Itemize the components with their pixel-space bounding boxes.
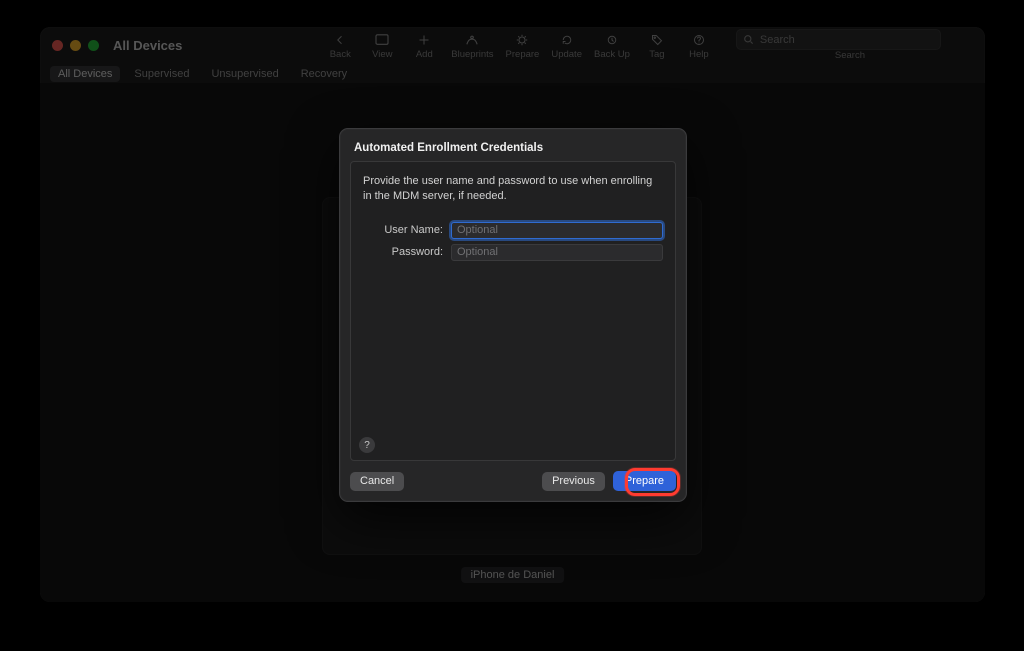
clock-icon bbox=[606, 33, 618, 47]
toolbar: Back View Add Blueprints Prepare bbox=[40, 27, 985, 64]
username-field[interactable] bbox=[451, 222, 663, 239]
toolbar-label: Back bbox=[330, 49, 351, 60]
toolbar-label: Back Up bbox=[594, 49, 630, 60]
device-name-label[interactable]: iPhone de Daniel bbox=[461, 567, 565, 583]
toolbar-label: Update bbox=[551, 49, 582, 60]
blueprint-icon bbox=[465, 33, 479, 47]
tag-icon bbox=[651, 33, 663, 47]
search-placeholder: Search bbox=[760, 34, 795, 46]
password-label: Password: bbox=[363, 246, 443, 258]
refresh-icon bbox=[561, 33, 573, 47]
sheet-title: Automated Enrollment Credentials bbox=[340, 129, 686, 161]
username-row: User Name: bbox=[363, 222, 663, 239]
sheet-description: Provide the user name and password to us… bbox=[363, 174, 663, 204]
search-section-label: Search bbox=[835, 50, 865, 61]
back-button[interactable]: Back bbox=[321, 32, 359, 60]
toolbar-label: Help bbox=[689, 49, 709, 60]
toolbar-label: Prepare bbox=[506, 49, 540, 60]
prepare-button[interactable]: Prepare bbox=[613, 471, 676, 491]
update-button[interactable]: Update bbox=[547, 32, 586, 60]
tab-all-devices[interactable]: All Devices bbox=[50, 66, 120, 82]
help-badge[interactable]: ? bbox=[359, 437, 375, 453]
sheet-body: Provide the user name and password to us… bbox=[350, 161, 676, 461]
password-field[interactable] bbox=[451, 244, 663, 261]
search-icon bbox=[743, 34, 754, 45]
add-button[interactable]: Add bbox=[405, 32, 443, 60]
sheet-button-row: Cancel Previous Prepare bbox=[340, 461, 686, 491]
view-button[interactable]: View bbox=[363, 32, 401, 60]
tab-supervised[interactable]: Supervised bbox=[126, 66, 197, 82]
password-row: Password: bbox=[363, 244, 663, 261]
blueprints-button[interactable]: Blueprints bbox=[447, 32, 497, 60]
backup-button[interactable]: Back Up bbox=[590, 32, 634, 60]
plus-icon bbox=[418, 33, 430, 47]
prepare-toolbar-button[interactable]: Prepare bbox=[502, 32, 544, 60]
gear-icon bbox=[516, 33, 528, 47]
toolbar-label: Tag bbox=[649, 49, 664, 60]
previous-button[interactable]: Previous bbox=[542, 472, 605, 491]
help-icon bbox=[693, 33, 705, 47]
chevron-left-icon bbox=[334, 33, 346, 47]
cancel-button[interactable]: Cancel bbox=[350, 472, 404, 491]
help-button[interactable]: Help bbox=[680, 32, 718, 60]
toolbar-label: View bbox=[372, 49, 392, 60]
toolbar-label: Blueprints bbox=[451, 49, 493, 60]
grid-icon bbox=[375, 33, 389, 47]
toolbar-label: Add bbox=[416, 49, 433, 60]
tab-recovery[interactable]: Recovery bbox=[293, 66, 355, 82]
username-label: User Name: bbox=[363, 224, 443, 236]
enrollment-credentials-sheet: Automated Enrollment Credentials Provide… bbox=[339, 128, 687, 502]
tab-unsupervised[interactable]: Unsupervised bbox=[203, 66, 286, 82]
tag-button[interactable]: Tag bbox=[638, 32, 676, 60]
search-input[interactable]: Search bbox=[736, 29, 941, 50]
